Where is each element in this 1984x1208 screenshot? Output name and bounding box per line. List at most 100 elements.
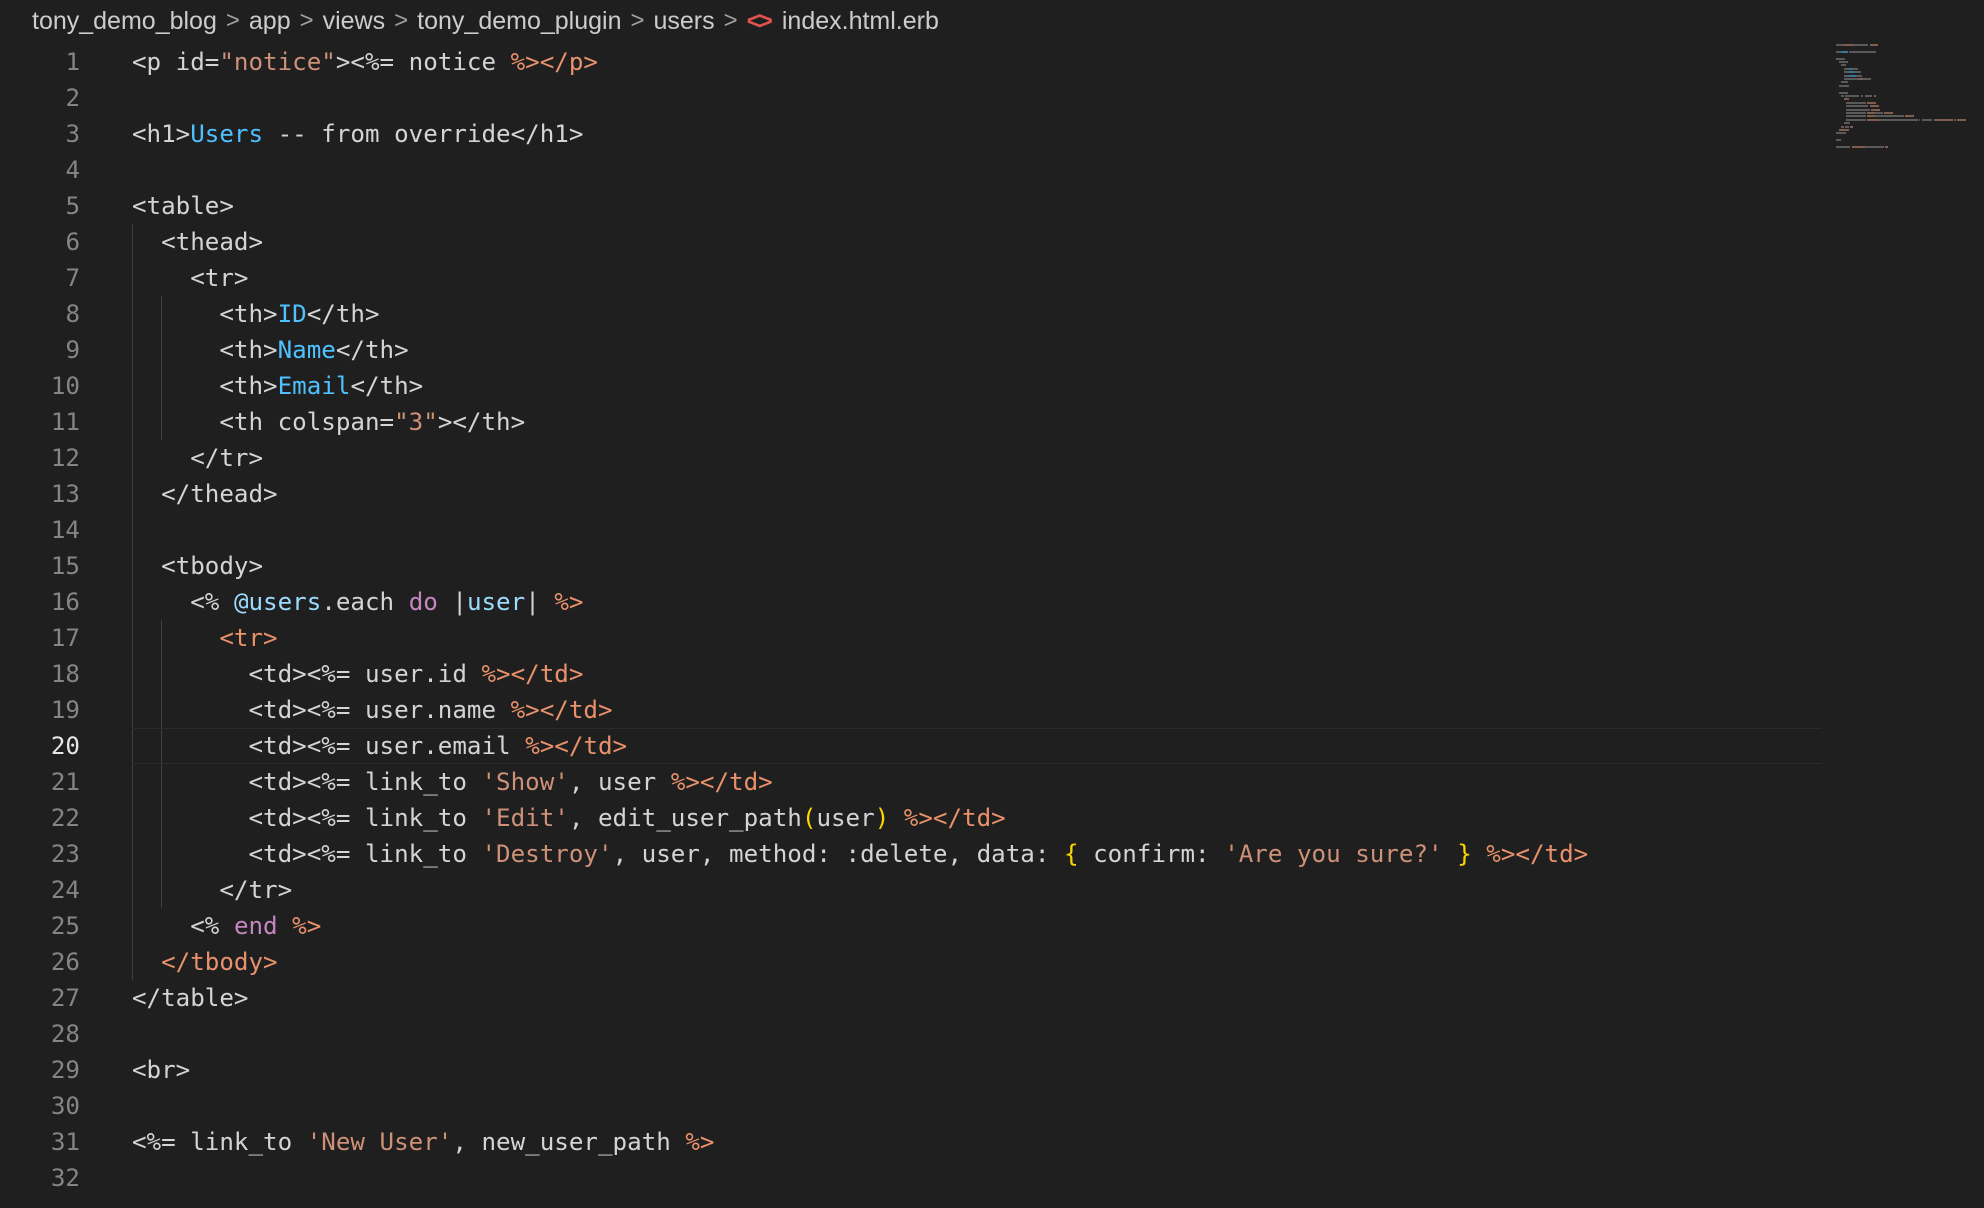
breadcrumb-item-app[interactable]: app	[249, 7, 291, 36]
breadcrumb-item-tony-demo-plugin[interactable]: tony_demo_plugin	[417, 7, 621, 36]
code-text[interactable]: </table>	[132, 980, 249, 1016]
code-text[interactable]: </tr>	[132, 440, 263, 476]
code-line[interactable]: 29 <br>	[0, 1052, 1830, 1088]
code-text[interactable]: <tr>	[132, 620, 278, 656]
code-text[interactable]: <br>	[132, 1052, 190, 1088]
code-text[interactable]: <thead>	[132, 224, 263, 260]
code-text[interactable]: </tbody>	[132, 944, 278, 980]
code-line[interactable]: 30	[0, 1088, 1830, 1124]
minimap-line	[1867, 115, 1875, 118]
minimap-line	[1871, 95, 1873, 97]
minimap-line	[1836, 146, 1851, 148]
breadcrumb-separator-icon: >	[630, 7, 645, 34]
code-token: <tr>	[132, 624, 278, 652]
code-token: <td><%= link_to	[132, 840, 482, 868]
code-token: <%	[132, 588, 234, 616]
code-token: %></td>	[510, 696, 613, 724]
code-text[interactable]: <% @users.each do |user| %>	[132, 584, 583, 620]
code-line[interactable]: 22 <td><%= link_to 'Edit', edit_user_pat…	[0, 800, 1830, 836]
code-text[interactable]: <th>ID</th>	[132, 296, 379, 332]
breadcrumb-item-views[interactable]: views	[323, 7, 386, 36]
code-text[interactable]: <% end %>	[132, 908, 321, 944]
line-number: 2	[65, 84, 80, 112]
code-text[interactable]: <td><%= link_to 'Destroy', user, method:…	[132, 836, 1588, 872]
code-line[interactable]: 7 <tr>	[0, 260, 1830, 296]
code-text[interactable]: <%= link_to 'New User', new_user_path %>	[132, 1124, 715, 1160]
code-line[interactable]: 14	[0, 512, 1830, 548]
line-number: 25	[50, 912, 80, 940]
code-line[interactable]: 5 <table>	[0, 188, 1830, 224]
breadcrumb-item-users[interactable]: users	[654, 7, 715, 36]
code-token: %></td>	[889, 804, 1006, 832]
code-token: ID	[277, 300, 307, 328]
code-token: <td><%= user.email	[132, 732, 526, 760]
code-line[interactable]: 3 <h1>Users -- from override</h1>	[0, 116, 1830, 152]
code-token: user	[816, 804, 875, 832]
code-line[interactable]: 2	[0, 80, 1830, 116]
code-text[interactable]: <table>	[132, 188, 234, 224]
code-text[interactable]: <th>Name</th>	[132, 332, 408, 368]
code-line[interactable]: 19 <td><%= user.name %></td>	[0, 692, 1830, 728]
minimap-line	[1836, 132, 1847, 135]
code-line[interactable]: 27 </table>	[0, 980, 1830, 1016]
minimap-line	[1851, 67, 1859, 70]
code-text[interactable]: <td><%= link_to 'Show', user %></td>	[132, 764, 772, 800]
code-text[interactable]: <p id="notice"><%= notice %></p>	[132, 44, 598, 80]
code-line[interactable]: 8 <th>ID</th>	[0, 296, 1830, 332]
code-line[interactable]: 24 </tr>	[0, 872, 1830, 908]
code-token: </tr>	[132, 444, 264, 472]
code-text[interactable]: <td><%= user.email %></td>	[132, 728, 627, 764]
code-line[interactable]: 15 <tbody>	[0, 548, 1830, 584]
code-text[interactable]: <h1>Users -- from override</h1>	[132, 116, 583, 152]
code-line[interactable]: 31 <%= link_to 'New User', new_user_path …	[0, 1124, 1830, 1160]
minimap-line	[1836, 44, 1844, 46]
code-text[interactable]: </tr>	[132, 872, 292, 908]
code-line[interactable]: 25 <% end %>	[0, 908, 1830, 944]
code-text[interactable]: <td><%= user.id %></td>	[132, 656, 583, 692]
code-token: , user, method: :delete, data:	[612, 840, 1064, 868]
code-line[interactable]: 12 </tr>	[0, 440, 1830, 476]
minimap-line	[1873, 95, 1877, 97]
code-line[interactable]: 17 <tr>	[0, 620, 1830, 656]
code-text[interactable]: <th>Email</th>	[132, 368, 423, 404]
code-token: <br>	[132, 1056, 191, 1084]
code-line[interactable]: 21 <td><%= link_to 'Show', user %></td>	[0, 764, 1830, 800]
code-line[interactable]: 1 <p id="notice"><%= notice %></p>	[0, 44, 1830, 80]
code-line[interactable]: 26 </tbody>	[0, 944, 1830, 980]
code-editor[interactable]: 1 <p id="notice"><%= notice %></p> 2 3 <h1>U…	[0, 42, 1830, 1208]
code-token: <td><%= user.id	[132, 660, 482, 688]
code-token: "3"	[394, 408, 438, 436]
minimap-line	[1841, 125, 1844, 128]
code-line[interactable]: 28	[0, 1016, 1830, 1052]
minimap[interactable]	[1830, 42, 1984, 1208]
code-line[interactable]: 6 <thead>	[0, 224, 1830, 260]
breadcrumb-file-name[interactable]: index.html.erb	[782, 7, 939, 36]
code-token: Users	[190, 120, 264, 148]
code-text[interactable]: <td><%= user.name %></td>	[132, 692, 613, 728]
minimap-line	[1843, 98, 1849, 101]
code-line[interactable]: 20 <td><%= user.email %></td>	[0, 728, 1830, 764]
code-text[interactable]: <td><%= link_to 'Edit', edit_user_path(u…	[132, 800, 1006, 836]
code-line[interactable]: 9 <th>Name</th>	[0, 332, 1830, 368]
code-line[interactable]: 11 <th colspan="3"></th>	[0, 404, 1830, 440]
code-text[interactable]: <tbody>	[132, 548, 263, 584]
code-line[interactable]: 18 <td><%= user.id %></td>	[0, 656, 1830, 692]
code-line[interactable]: 4	[0, 152, 1830, 188]
code-line[interactable]: 10 <th>Email</th>	[0, 368, 1830, 404]
breadcrumb-item-tony-demo-blog[interactable]: tony_demo_blog	[32, 7, 217, 36]
minimap-line	[1841, 95, 1844, 97]
code-text[interactable]: <th colspan="3"></th>	[132, 404, 525, 440]
code-text[interactable]: <tr>	[132, 260, 248, 296]
code-text[interactable]: </thead>	[132, 476, 278, 512]
code-line[interactable]: 32	[0, 1160, 1830, 1196]
code-line[interactable]: 16 <% @users.each do |user| %>	[0, 584, 1830, 620]
code-token: 'Are you sure?'	[1224, 840, 1443, 868]
minimap-line	[1867, 112, 1875, 114]
line-number: 24	[50, 876, 80, 904]
code-token: <th>	[132, 336, 278, 364]
code-line[interactable]: 23 <td><%= link_to 'Destroy', user, meth…	[0, 836, 1830, 872]
line-number: 10	[50, 372, 80, 400]
code-token: <th>	[132, 300, 278, 328]
code-token: </th>	[350, 372, 424, 400]
code-line[interactable]: 13 </thead>	[0, 476, 1830, 512]
